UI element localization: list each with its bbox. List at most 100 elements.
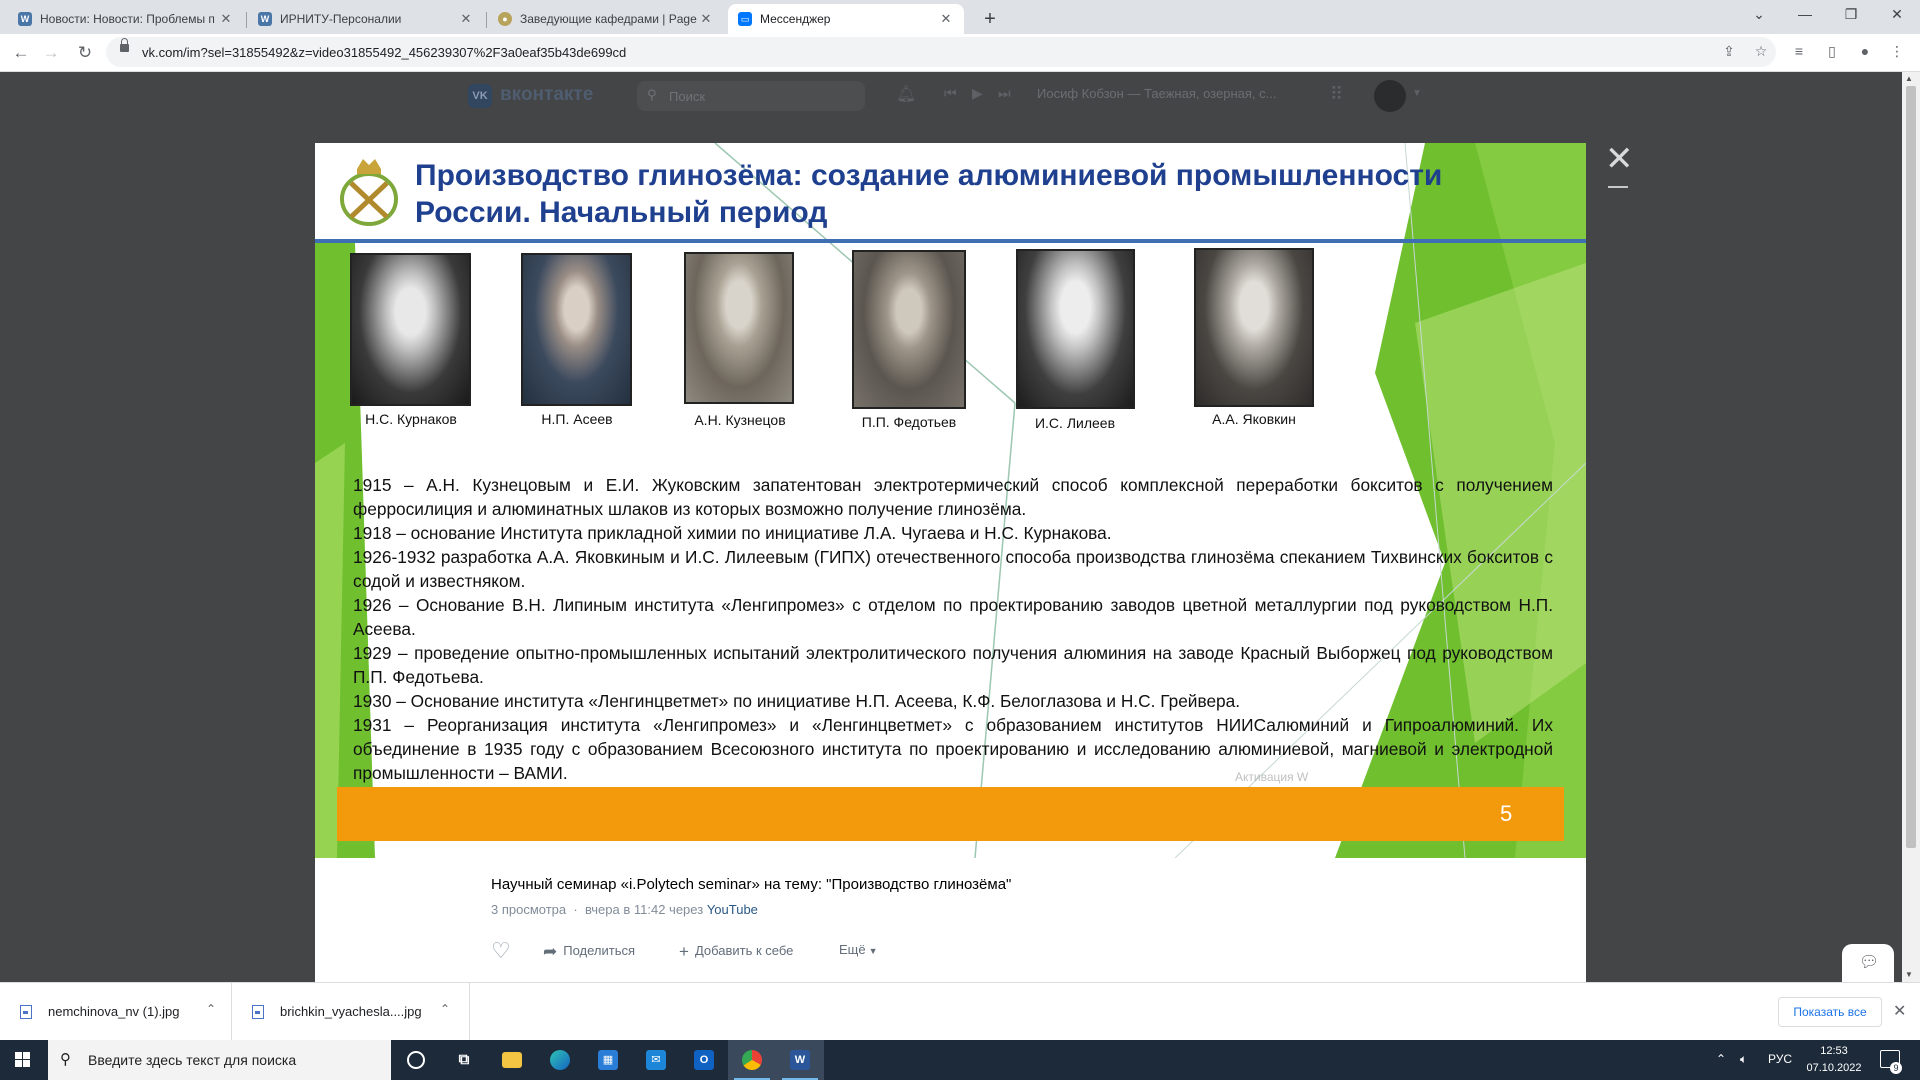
reload-button[interactable]: ↻ bbox=[72, 40, 98, 66]
avatar[interactable] bbox=[1374, 80, 1406, 112]
minimize-button[interactable]: — bbox=[1782, 0, 1828, 30]
system-clock[interactable]: 12:53 07.10.2022 bbox=[1806, 1043, 1862, 1077]
url-text: vk.com/im?sel=31855492&z=video31855492_4… bbox=[142, 45, 627, 60]
address-bar[interactable]: vk.com/im?sel=31855492&z=video31855492_4… bbox=[106, 37, 1776, 67]
video-meta: 3 просмотра · вчера в 11:42 через YouTub… bbox=[491, 902, 758, 917]
previous-track-icon[interactable]: ⏮ bbox=[944, 85, 957, 102]
chevron-up-icon[interactable]: ⌃ bbox=[440, 1002, 450, 1016]
scroll-up-arrow-icon[interactable]: ▲ bbox=[1905, 74, 1913, 83]
tab-irnitu[interactable]: W ИРНИТУ-Персоналии ✕ bbox=[248, 4, 484, 34]
forward-button[interactable]: → bbox=[38, 40, 64, 66]
next-track-icon[interactable]: ⏭ bbox=[998, 85, 1011, 102]
portrait-fedotyev bbox=[852, 250, 966, 409]
windows-taskbar: ⚲ Введите здесь текст для поиска ⧉ ▦ ✉ O… bbox=[0, 1040, 1920, 1080]
tab-news[interactable]: W Новости: Новости: Проблемы п ✕ bbox=[8, 4, 244, 34]
cortana-button[interactable] bbox=[392, 1040, 440, 1080]
vk-brand-name[interactable]: вконтакте bbox=[500, 84, 593, 106]
timeline-paragraph: 1918 – основание Института прикладной хи… bbox=[353, 523, 1112, 543]
volume-muted-icon[interactable]: 🔈︎ bbox=[1740, 1052, 1747, 1067]
chevron-up-icon[interactable]: ⌃ bbox=[206, 1002, 216, 1016]
cortana-circle-icon bbox=[407, 1051, 425, 1069]
close-tab-icon[interactable]: ✕ bbox=[218, 11, 234, 27]
downloads-shelf: nemchinova_nv (1).jpg ⌃ brichkin_vyaches… bbox=[0, 982, 1920, 1041]
tab-title: Заведующие кафедрами | Page bbox=[520, 12, 697, 26]
share-button[interactable]: ➦ Поделиться bbox=[543, 942, 635, 962]
add-to-mine-button[interactable]: + Добавить к себе bbox=[679, 942, 793, 962]
slide-title: Производство глинозёма: создание алюмини… bbox=[415, 159, 1443, 229]
chevron-down-icon[interactable]: ▼ bbox=[1412, 88, 1422, 99]
menu-kebab-icon[interactable]: ⋮ bbox=[1888, 43, 1906, 61]
close-window-button[interactable]: ✕ bbox=[1874, 0, 1920, 30]
task-view-button[interactable]: ⧉ bbox=[440, 1040, 488, 1080]
portrait-caption: А.А. Яковкин bbox=[1212, 411, 1296, 427]
share-label: Поделиться bbox=[563, 943, 636, 958]
store-bag-icon: ▦ bbox=[598, 1050, 618, 1070]
new-tab-button[interactable]: + bbox=[976, 6, 1004, 34]
more-button[interactable]: Ещё ▼ bbox=[839, 942, 878, 957]
video-source-link[interactable]: YouTube bbox=[707, 902, 758, 917]
browser-tab-strip: W Новости: Новости: Проблемы п ✕ W ИРНИТ… bbox=[0, 0, 1920, 34]
outlook-button[interactable]: O bbox=[680, 1040, 728, 1080]
video-title: Научный семинар «i.Polytech seminar» на … bbox=[491, 876, 1012, 893]
view-count: 3 просмотра bbox=[491, 902, 567, 917]
apps-grid-icon[interactable]: ⠿ bbox=[1330, 84, 1343, 105]
input-language[interactable]: РУС bbox=[1768, 1052, 1792, 1066]
slide-number: 5 bbox=[1500, 801, 1513, 826]
close-tab-icon[interactable]: ✕ bbox=[938, 11, 954, 27]
vk-news-icon: W bbox=[18, 12, 32, 26]
timeline-paragraph: 1926 – Основание В.Н. Липиным института … bbox=[353, 595, 1553, 639]
store-button[interactable]: ▦ bbox=[584, 1040, 632, 1080]
tab-title: Мессенджер bbox=[760, 12, 831, 26]
mail-button[interactable]: ✉ bbox=[632, 1040, 680, 1080]
notifications-bell-icon[interactable]: 🔔︎ bbox=[896, 84, 916, 104]
tab-messenger[interactable]: ▭ Мессенджер ✕ bbox=[728, 4, 964, 34]
video-player[interactable]: Производство глинозёма: создание алюмини… bbox=[315, 143, 1586, 858]
bookmark-star-icon[interactable]: ☆ bbox=[1752, 43, 1770, 61]
show-all-downloads-button[interactable]: Показать все bbox=[1778, 997, 1882, 1027]
file-explorer-button[interactable] bbox=[488, 1040, 536, 1080]
like-heart-icon[interactable]: ♡ bbox=[491, 938, 511, 964]
search-placeholder: Поиск bbox=[669, 89, 706, 104]
search-icon: ⚲ bbox=[647, 87, 657, 102]
tab-pages[interactable]: ● Заведующие кафедрами | Page ✕ bbox=[488, 4, 724, 34]
close-video-icon[interactable]: ✕ bbox=[1605, 142, 1634, 176]
tab-divider bbox=[246, 12, 247, 28]
portrait-caption: Н.С. Курнаков bbox=[365, 411, 457, 427]
add-label: Добавить к себе bbox=[694, 943, 794, 958]
reading-list-icon[interactable]: ≡ bbox=[1790, 43, 1808, 61]
side-panel-icon[interactable]: ▯ bbox=[1823, 43, 1841, 61]
download-item[interactable]: nemchinova_nv (1).jpg ⌃ bbox=[0, 983, 232, 1041]
scroll-down-arrow-icon[interactable]: ▼ bbox=[1905, 970, 1913, 979]
windows-logo-icon bbox=[15, 1052, 22, 1059]
share-page-icon[interactable]: ⇪ bbox=[1720, 43, 1738, 61]
taskbar-search-input[interactable]: ⚲ Введите здесь текст для поиска bbox=[48, 1040, 391, 1080]
video-info-panel: Научный семинар «i.Polytech seminar» на … bbox=[315, 858, 1586, 982]
folder-icon bbox=[502, 1052, 522, 1068]
restore-button[interactable]: ❐ bbox=[1828, 0, 1874, 30]
clock-date: 07.10.2022 bbox=[1806, 1062, 1862, 1074]
tray-overflow-chevron-icon[interactable]: ⌃ bbox=[1716, 1052, 1726, 1066]
now-playing-track[interactable]: Иосиф Кобзон — Таежная, озерная, с... bbox=[1037, 86, 1276, 101]
close-tab-icon[interactable]: ✕ bbox=[698, 11, 714, 27]
download-item[interactable]: brichkin_vyachesla....jpg ⌃ bbox=[232, 983, 470, 1041]
minimize-video-icon[interactable] bbox=[1608, 186, 1628, 188]
scrollbar-thumb[interactable] bbox=[1906, 86, 1916, 848]
chrome-button[interactable] bbox=[728, 1040, 776, 1080]
timeline-paragraph: 1926-1932 разработка А.А. Яковкиным и И.… bbox=[353, 547, 1553, 591]
windows-logo-icon bbox=[23, 1060, 30, 1067]
start-button[interactable] bbox=[0, 1040, 46, 1080]
title-underline bbox=[315, 239, 1586, 243]
word-button[interactable]: W bbox=[776, 1040, 824, 1080]
vk-page: VK вконтакте ⚲ Поиск 🔔︎ ⏮ ▶ ⏭ Иосиф Кобз… bbox=[0, 72, 1920, 982]
search-icon: ⚲ bbox=[60, 1051, 71, 1068]
close-shelf-icon[interactable]: ✕ bbox=[1893, 1001, 1906, 1021]
chat-bubble-button[interactable]: 💬︎ bbox=[1842, 944, 1894, 982]
profile-icon[interactable]: ● bbox=[1856, 43, 1874, 61]
play-icon[interactable]: ▶ bbox=[972, 85, 983, 102]
vk-search-input[interactable]: ⚲ Поиск bbox=[637, 81, 865, 111]
tab-search-chevron-icon[interactable]: ⌄ bbox=[1736, 0, 1782, 30]
vk-logo-icon[interactable]: VK bbox=[468, 84, 492, 108]
close-tab-icon[interactable]: ✕ bbox=[458, 11, 474, 27]
edge-button[interactable] bbox=[536, 1040, 584, 1080]
back-button[interactable]: ← bbox=[8, 40, 34, 66]
